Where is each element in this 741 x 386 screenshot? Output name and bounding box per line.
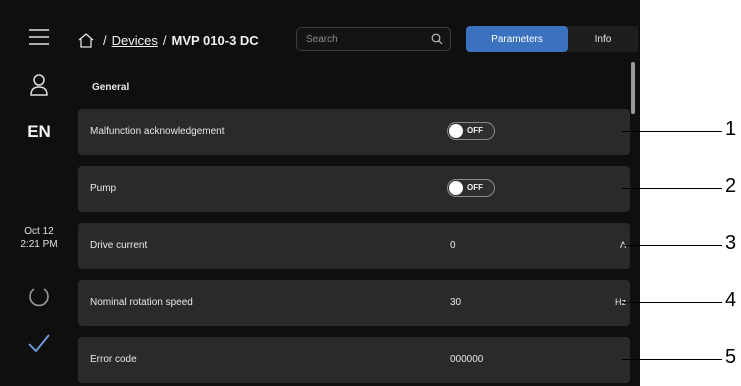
search-icon[interactable] xyxy=(431,32,443,50)
section-title: General xyxy=(92,82,130,93)
pump-toggle[interactable]: OFF xyxy=(447,179,495,197)
breadcrumb-separator: / xyxy=(162,32,167,48)
top-bar: / Devices / MVP 010-3 DC Parameters Info xyxy=(78,0,640,72)
param-label: Malfunction acknowledgement xyxy=(90,126,225,137)
toggle-knob xyxy=(449,181,463,195)
power-icon[interactable] xyxy=(0,282,78,310)
param-value: 30 xyxy=(450,297,462,308)
param-row-malfunction-ack: Malfunction acknowledgement OFF xyxy=(78,109,630,155)
search-input[interactable] xyxy=(297,28,425,50)
callout-number: 3 xyxy=(725,232,737,254)
callout-number: 4 xyxy=(725,289,737,311)
callout-line xyxy=(622,131,722,132)
user-icon[interactable] xyxy=(0,70,78,100)
date-text: Oct 12 xyxy=(24,226,54,237)
tab-info[interactable]: Info xyxy=(568,26,638,52)
callout-number: 5 xyxy=(725,346,737,368)
breadcrumb-separator: / xyxy=(103,32,107,48)
app-screen: EN Oct 12 2:21 PM / Devices / MVP 010-3 … xyxy=(0,0,640,386)
callout-number: 1 xyxy=(725,118,737,140)
param-label: Error code xyxy=(90,354,137,365)
search-box xyxy=(296,27,451,51)
breadcrumb-current-device: MVP 010-3 DC xyxy=(171,32,259,48)
param-row-error-code: Error code 000000 xyxy=(78,337,630,383)
scrollbar[interactable] xyxy=(631,62,635,114)
param-label: Drive current xyxy=(90,240,148,251)
param-row-rotation-speed: Nominal rotation speed 30 Hz xyxy=(78,280,630,326)
param-row-pump: Pump OFF xyxy=(78,166,630,212)
callout-line xyxy=(622,302,722,303)
toggle-state: OFF xyxy=(467,126,483,135)
menu-icon[interactable] xyxy=(0,22,78,52)
param-label: Nominal rotation speed xyxy=(90,297,193,308)
toggle-knob xyxy=(449,124,463,138)
callout-line xyxy=(622,188,722,189)
param-row-drive-current: Drive current 0 A xyxy=(78,223,630,269)
sidebar: EN Oct 12 2:21 PM xyxy=(0,0,78,386)
toggle-state: OFF xyxy=(467,183,483,192)
param-value: 0 xyxy=(450,240,456,251)
home-icon[interactable] xyxy=(78,32,94,48)
datetime-display: Oct 12 2:21 PM xyxy=(0,224,78,252)
param-value: 000000 xyxy=(450,354,484,365)
malfunction-ack-toggle[interactable]: OFF xyxy=(447,122,495,140)
time-text: 2:21 PM xyxy=(20,239,58,250)
tab-parameters[interactable]: Parameters xyxy=(466,26,568,52)
breadcrumb: / Devices / MVP 010-3 DC xyxy=(78,30,259,50)
checkmark-icon[interactable] xyxy=(0,330,78,356)
callout-line xyxy=(622,359,722,360)
callout-number: 2 xyxy=(725,175,737,197)
param-label: Pump xyxy=(90,183,117,194)
breadcrumb-devices-link[interactable]: Devices xyxy=(112,33,158,48)
language-selector[interactable]: EN xyxy=(0,120,78,144)
callout-line xyxy=(622,245,722,246)
tab-bar: Parameters Info xyxy=(466,26,638,52)
